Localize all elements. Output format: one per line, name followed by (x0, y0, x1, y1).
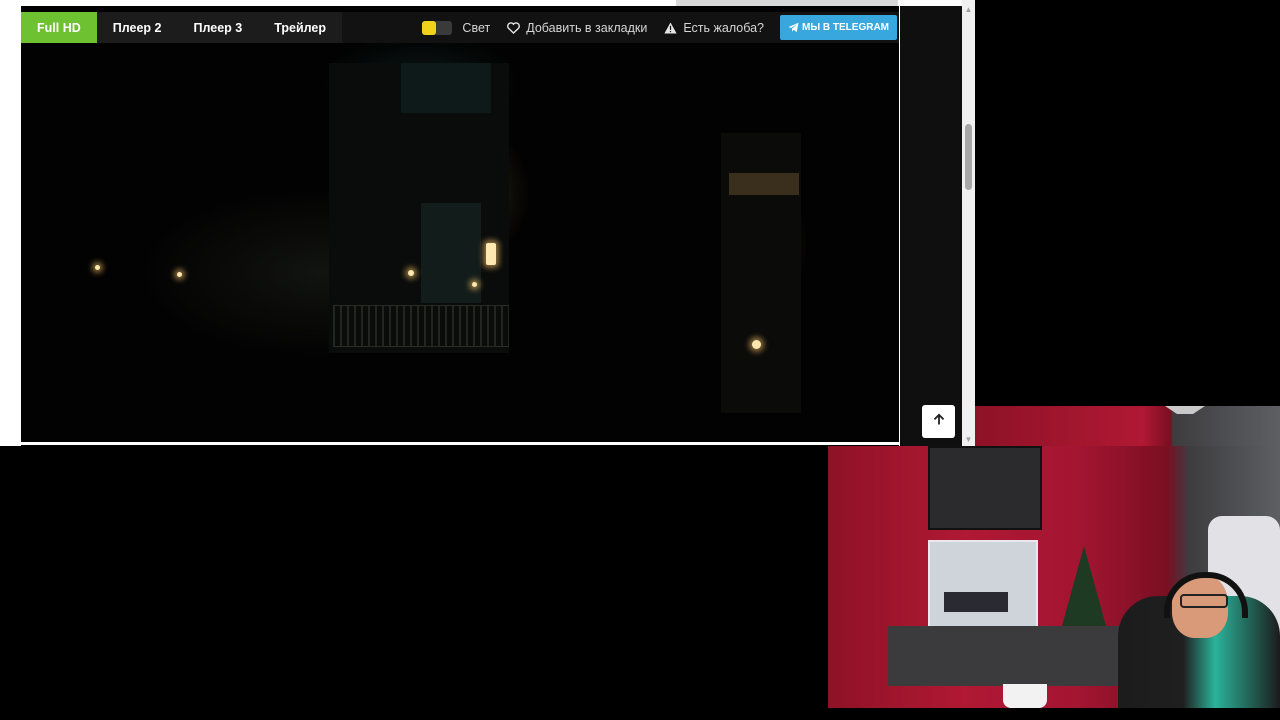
video-door (421, 203, 481, 303)
page-left-margin (0, 6, 21, 446)
webcam-top (975, 406, 1280, 446)
tab-trailer[interactable]: Трейлер (258, 12, 342, 43)
light-toggle-knob (422, 20, 437, 35)
warning-icon (663, 21, 677, 35)
video-lit-window (486, 243, 496, 265)
video-light (472, 282, 477, 287)
webcam-mug (1003, 684, 1047, 708)
video-light (752, 340, 761, 349)
telegram-label: МЫ В TELEGRAM (801, 22, 889, 33)
complaint-label: Есть жалоба? (683, 20, 764, 35)
light-toggle[interactable] (422, 20, 453, 35)
arrow-up-icon (932, 412, 946, 431)
bookmark-button[interactable]: Добавить в закладки (506, 21, 647, 35)
telegram-button[interactable]: МЫ В TELEGRAM (779, 15, 897, 40)
page-scrollbar[interactable]: ▲ ▼ (962, 0, 975, 446)
light-label[interactable]: Свет (462, 21, 490, 35)
webcam-christmas-tree (1062, 546, 1106, 626)
video-light (177, 272, 182, 277)
player-tab-list: Full HD Плеер 2 Плеер 3 Трейлер (21, 12, 343, 43)
heart-icon (506, 21, 520, 35)
video-player[interactable] (21, 43, 899, 442)
scroll-up-icon[interactable]: ▲ (962, 3, 975, 16)
tab-player-2[interactable]: Плеер 2 (97, 12, 178, 43)
top-strip-segment (676, 0, 898, 6)
player-tabs-bar: Full HD Плеер 2 Плеер 3 Трейлер Свет Доб… (21, 12, 899, 43)
webcam-lamp (1165, 406, 1205, 414)
page-dark-side (900, 6, 962, 446)
video-roof (401, 63, 491, 113)
scroll-down-icon[interactable]: ▼ (962, 433, 975, 446)
paper-plane-icon (788, 22, 799, 33)
complaint-button[interactable]: Есть жалоба? (663, 21, 764, 35)
tab-full-hd[interactable]: Full HD (21, 12, 97, 43)
scrollbar-thumb[interactable] (965, 124, 972, 190)
webcam-glasses (1180, 594, 1228, 608)
player-tools: Свет Добавить в закладки Есть жалоба? МЫ… (422, 12, 899, 43)
video-light (408, 270, 414, 276)
webcam-pc-case (928, 540, 1038, 640)
video-window-right (729, 173, 799, 195)
video-railing (333, 305, 509, 347)
scroll-top-button[interactable] (922, 405, 955, 438)
webcam-overlay (828, 446, 1280, 708)
video-progress-bar[interactable] (21, 442, 899, 445)
page-top-strip (0, 0, 962, 6)
video-light (95, 265, 100, 270)
light-text: Свет (462, 20, 491, 35)
tab-player-3[interactable]: Плеер 3 (177, 12, 258, 43)
webcam-monitor (928, 446, 1042, 530)
bookmark-label: Добавить в закладки (526, 20, 648, 35)
